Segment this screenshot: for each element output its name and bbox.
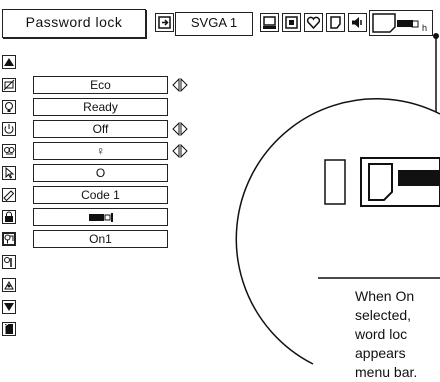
callout-line: menu bar. <box>355 364 418 380</box>
callout-line: selected, <box>355 307 412 323</box>
callout-text: When On selected, word loc appears menu … <box>355 287 417 382</box>
callout-line: When On <box>355 288 415 304</box>
callout-line: word loc <box>355 326 408 342</box>
callout-line: appears <box>355 345 406 361</box>
